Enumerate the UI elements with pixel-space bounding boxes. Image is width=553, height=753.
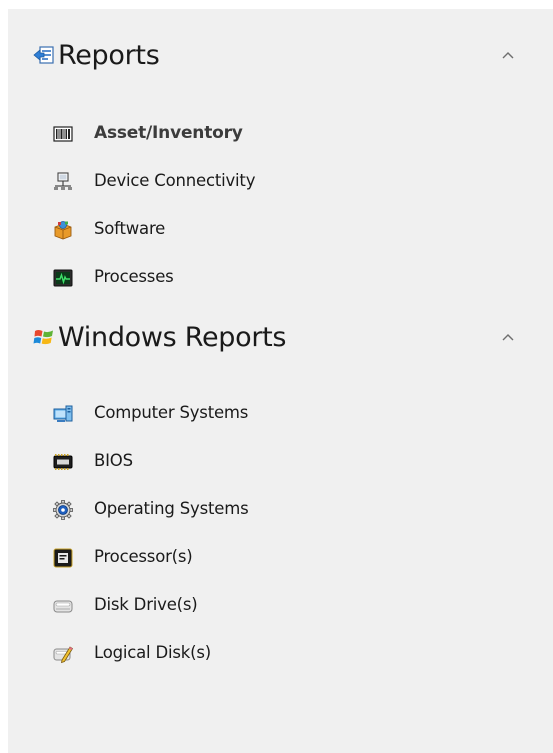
sidebar-item-asset-inventory[interactable]: Asset/Inventory	[8, 119, 553, 149]
sidebar-item-computer-systems[interactable]: Computer Systems	[8, 399, 553, 429]
reports-navigation-panel: Reports Asset/Inventory Device Connectiv…	[8, 9, 553, 753]
barcode-icon	[53, 126, 73, 142]
software-box-icon	[54, 221, 72, 240]
sidebar-item-disk-drives[interactable]: Disk Drive(s)	[8, 591, 553, 621]
logical-disk-icon	[53, 646, 73, 664]
reports-group-title: Reports	[58, 40, 160, 71]
windows-logo-icon	[33, 330, 53, 345]
sidebar-item-processors[interactable]: Processor(s)	[8, 543, 553, 573]
sidebar-item-label: Asset/Inventory	[94, 123, 243, 143]
computer-systems-icon	[53, 405, 73, 422]
operating-system-gear-icon	[53, 500, 73, 520]
activity-monitor-icon	[53, 269, 73, 287]
disk-drive-icon	[53, 600, 73, 613]
sidebar-item-label: Logical Disk(s)	[94, 643, 211, 662]
network-icon	[54, 172, 72, 190]
sidebar-item-device-connectivity[interactable]: Device Connectivity	[8, 167, 553, 197]
chevron-up-icon[interactable]	[500, 331, 516, 343]
sidebar-item-logical-disks[interactable]: Logical Disk(s)	[8, 639, 553, 669]
sidebar-item-operating-systems[interactable]: Operating Systems	[8, 495, 553, 525]
reports-group: Reports Asset/Inventory Device Connectiv…	[8, 31, 553, 311]
chevron-up-icon[interactable]	[500, 49, 516, 61]
sidebar-item-label: Computer Systems	[94, 403, 249, 422]
bios-chip-icon	[53, 454, 73, 470]
sidebar-item-processes[interactable]: Processes	[8, 263, 553, 293]
windows-reports-group: Windows Reports Computer Systems BIOS Op…	[8, 313, 553, 673]
reports-group-header[interactable]: Reports	[8, 31, 553, 79]
sidebar-item-label: Disk Drive(s)	[94, 595, 198, 614]
sidebar-item-label: BIOS	[94, 451, 133, 470]
sidebar-item-label: Operating Systems	[94, 499, 249, 518]
processor-icon	[53, 548, 73, 568]
sidebar-item-label: Device Connectivity	[94, 171, 256, 190]
sidebar-item-label: Software	[94, 219, 166, 238]
sidebar-item-label: Processor(s)	[94, 547, 193, 566]
reports-icon	[33, 46, 54, 64]
sidebar-item-bios[interactable]: BIOS	[8, 447, 553, 477]
sidebar-item-software[interactable]: Software	[8, 215, 553, 245]
sidebar-item-label: Processes	[94, 267, 174, 286]
windows-reports-group-title: Windows Reports	[58, 322, 287, 353]
windows-reports-group-header[interactable]: Windows Reports	[8, 313, 553, 361]
